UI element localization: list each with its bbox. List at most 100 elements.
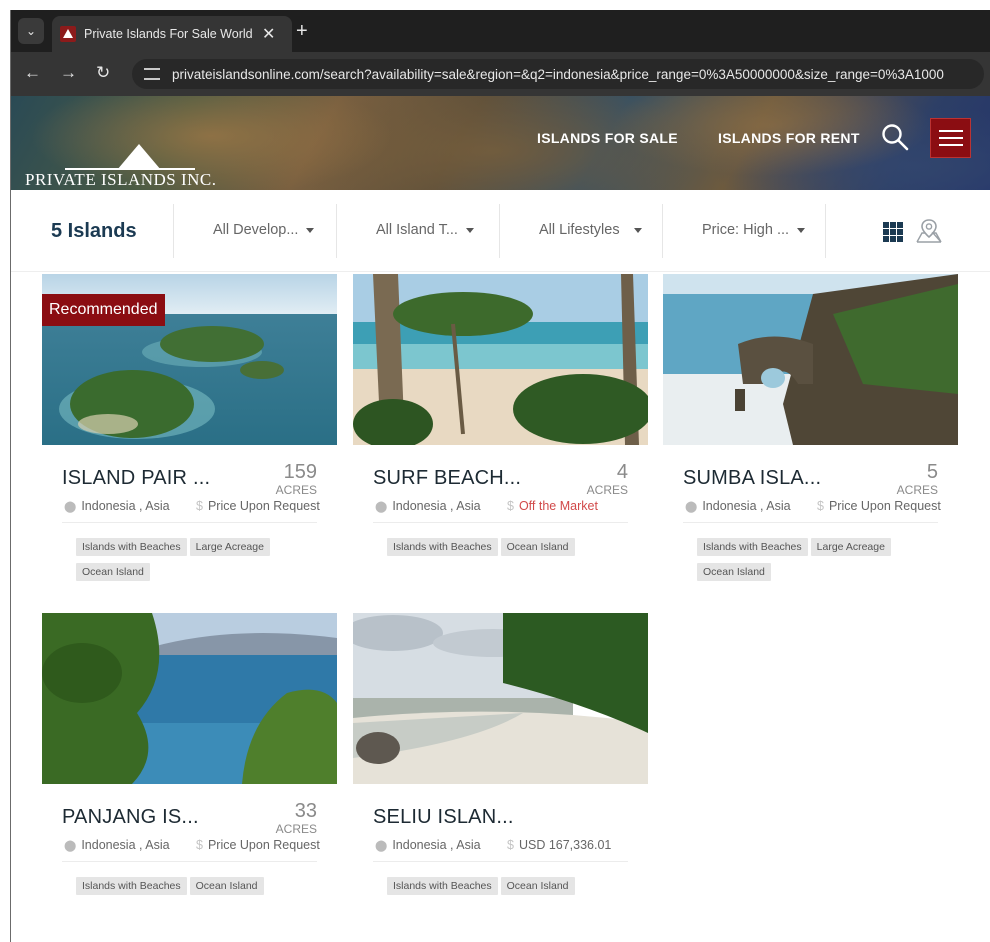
- screen: ⌄ Private Islands For Sale Worldwide ✕ +…: [0, 0, 990, 942]
- divider: [683, 522, 938, 523]
- tag[interactable]: Islands with Beaches: [76, 538, 187, 556]
- map-view-icon[interactable]: [915, 218, 943, 244]
- tag[interactable]: Islands with Beaches: [697, 538, 808, 556]
- browser-toolbar: ← → ↻ privateislandsonline.com/search?av…: [10, 52, 990, 96]
- palm-tree-logo-icon: [117, 144, 161, 170]
- tag-list: Islands with Beaches Large Acreage Ocean I…: [697, 537, 937, 587]
- tag[interactable]: Ocean Island: [189, 877, 264, 895]
- price-text: Price Upon Request: [828, 499, 941, 513]
- island-title[interactable]: SELIU ISLAN...: [373, 806, 514, 829]
- chevron-down-icon: [797, 227, 806, 233]
- island-photo[interactable]: [353, 613, 648, 784]
- price: $ Price Upon Request: [196, 838, 320, 852]
- lifestyles-filter[interactable]: All Lifestyles: [539, 222, 642, 238]
- tab-search-button[interactable]: ⌄: [18, 18, 44, 44]
- dollar-icon: $: [196, 838, 203, 852]
- price-sort-filter[interactable]: Price: High ...: [702, 222, 806, 238]
- divider: [62, 861, 317, 862]
- development-filter[interactable]: All Develop...: [213, 222, 315, 238]
- search-icon[interactable]: [881, 123, 909, 151]
- divider: [336, 204, 337, 258]
- nav-islands-for-rent[interactable]: ISLANDS FOR RENT: [718, 130, 860, 146]
- price-text: Off the Market: [518, 499, 598, 513]
- forward-icon[interactable]: →: [60, 63, 77, 83]
- acres-value: 5: [926, 461, 938, 483]
- acres-value: 33: [294, 800, 317, 822]
- tag[interactable]: Ocean Island: [76, 563, 150, 581]
- new-tab-icon[interactable]: +: [296, 20, 308, 43]
- price: $ Off the Market: [507, 499, 598, 513]
- island-photo[interactable]: [353, 274, 648, 445]
- tag[interactable]: Islands with Beaches: [387, 877, 498, 895]
- island-title[interactable]: PANJANG IS...: [62, 806, 199, 829]
- divider: [499, 204, 500, 258]
- price-text: Price Upon Request: [207, 499, 320, 513]
- chevron-down-icon: [465, 227, 474, 233]
- tag[interactable]: Islands with Beaches: [76, 877, 187, 895]
- price: $ USD 167,336.01: [507, 838, 611, 852]
- island-photo[interactable]: [663, 274, 958, 445]
- location-pin-icon: ⬤: [375, 840, 388, 852]
- divider: [62, 522, 317, 523]
- url-text[interactable]: privateislandsonline.com/search?availabi…: [172, 67, 982, 82]
- location-text: Indonesia , Asia: [392, 499, 481, 513]
- divider: [173, 204, 174, 258]
- tag-list: Islands with Beaches Ocean Island: [76, 876, 316, 901]
- acres-label: ACRES: [275, 822, 317, 836]
- location: ⬤ Indonesia , Asia: [685, 499, 791, 513]
- results-count: 5 Islands: [51, 220, 137, 242]
- divider: [373, 522, 628, 523]
- acres-value: 159: [283, 461, 317, 483]
- tag[interactable]: Ocean Island: [500, 877, 575, 895]
- dollar-icon: $: [817, 499, 824, 513]
- location: ⬤ Indonesia , Asia: [375, 838, 481, 852]
- price-text: USD 167,336.01: [518, 838, 612, 852]
- divider: [662, 204, 663, 258]
- tag[interactable]: Islands with Beaches: [387, 538, 498, 556]
- location: ⬤ Indonesia , Asia: [64, 838, 170, 852]
- island-type-filter-label: All Island T...: [376, 222, 458, 238]
- price: $ Price Upon Request: [196, 499, 320, 513]
- island-type-filter[interactable]: All Island T...: [376, 222, 474, 238]
- hamburger-menu-button[interactable]: [930, 118, 971, 158]
- tag-list: Islands with Beaches Ocean Island: [387, 876, 627, 901]
- close-tab-icon[interactable]: ✕: [262, 24, 275, 44]
- tag[interactable]: Ocean Island: [500, 538, 575, 556]
- location: ⬤ Indonesia , Asia: [375, 499, 481, 513]
- price: $ Price Upon Request: [817, 499, 941, 513]
- island-title[interactable]: SURF BEACH...: [373, 467, 521, 490]
- location-pin-icon: ⬤: [64, 840, 77, 852]
- acres-label: ACRES: [896, 483, 938, 497]
- island-photo[interactable]: [42, 613, 337, 784]
- island-title[interactable]: ISLAND PAIR ...: [62, 467, 210, 490]
- divider: [373, 861, 628, 862]
- tab-title: Private Islands For Sale Worldwide: [84, 27, 252, 41]
- tag[interactable]: Large Acreage: [810, 538, 891, 556]
- browser-tab-bar: ⌄ Private Islands For Sale Worldwide ✕ +: [10, 10, 990, 52]
- development-filter-label: All Develop...: [213, 222, 299, 238]
- island-title[interactable]: SUMBA ISLA...: [683, 467, 821, 490]
- divider: [825, 204, 826, 258]
- site-header: PRIVATE ISLANDS INC. ISLANDS FOR SALE IS…: [11, 96, 990, 190]
- back-icon[interactable]: ←: [24, 63, 41, 83]
- chevron-down-icon: [306, 227, 315, 233]
- grid-view-icon[interactable]: [883, 222, 903, 242]
- lifestyles-filter-label: All Lifestyles: [539, 222, 620, 238]
- island-photo[interactable]: Recommended: [42, 274, 337, 445]
- tag[interactable]: Large Acreage: [189, 538, 270, 556]
- nav-islands-for-sale[interactable]: ISLANDS FOR SALE: [537, 130, 678, 146]
- tag-list: Islands with Beaches Ocean Island: [387, 537, 627, 562]
- location-text: Indonesia , Asia: [392, 838, 481, 852]
- acres-label: ACRES: [275, 483, 317, 497]
- site-favicon-icon: [60, 26, 76, 42]
- acres-value: 4: [616, 461, 628, 483]
- address-bar[interactable]: privateislandsonline.com/search?availabi…: [132, 59, 984, 89]
- location: ⬤ Indonesia , Asia: [64, 499, 170, 513]
- recommended-badge: Recommended: [42, 294, 165, 326]
- tag[interactable]: Ocean Island: [697, 563, 771, 581]
- site-info-icon[interactable]: [144, 68, 160, 80]
- browser-tab[interactable]: Private Islands For Sale Worldwide ✕: [52, 16, 292, 52]
- acres-label: ACRES: [586, 483, 628, 497]
- reload-icon[interactable]: ↻: [96, 63, 110, 83]
- filter-bar: 5 Islands All Develop... All Island T...…: [11, 190, 990, 272]
